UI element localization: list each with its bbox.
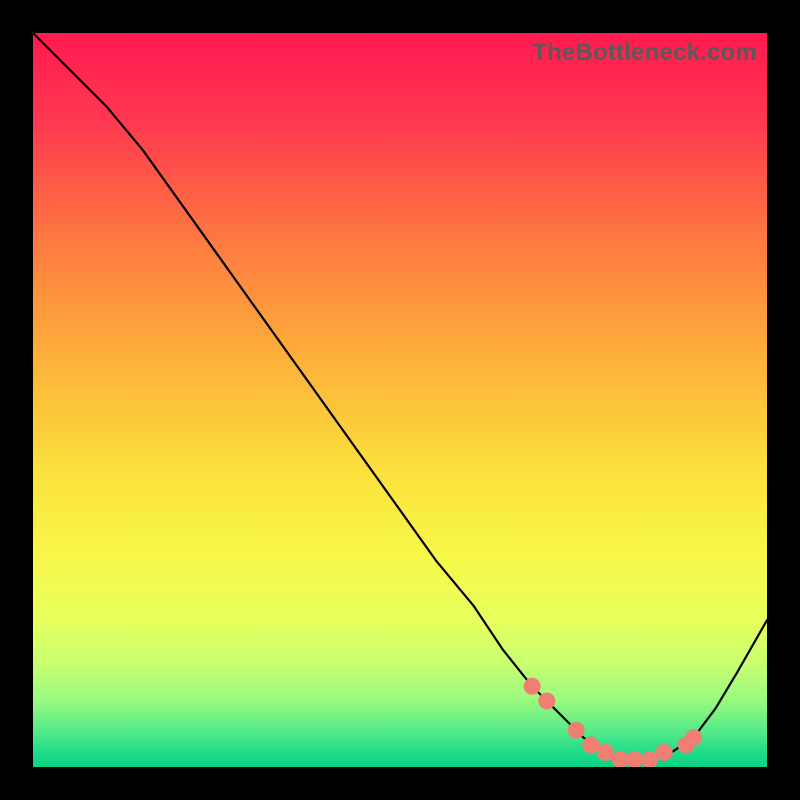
plot-area: TheBottleneck.com bbox=[33, 33, 767, 767]
bottleneck-curve bbox=[33, 33, 767, 760]
highlight-dot bbox=[656, 744, 673, 761]
curve-layer bbox=[33, 33, 767, 767]
highlight-dot bbox=[641, 751, 658, 767]
highlight-dot bbox=[538, 692, 555, 709]
highlight-dot bbox=[597, 744, 614, 761]
highlight-dot bbox=[582, 736, 599, 753]
chart-frame: TheBottleneck.com bbox=[0, 0, 800, 800]
highlight-dot bbox=[626, 751, 643, 767]
highlight-dot bbox=[568, 722, 585, 739]
highlight-dot bbox=[685, 729, 702, 746]
highlight-dot bbox=[524, 678, 541, 695]
highlight-dot bbox=[612, 751, 629, 767]
marker-dots bbox=[524, 678, 702, 767]
